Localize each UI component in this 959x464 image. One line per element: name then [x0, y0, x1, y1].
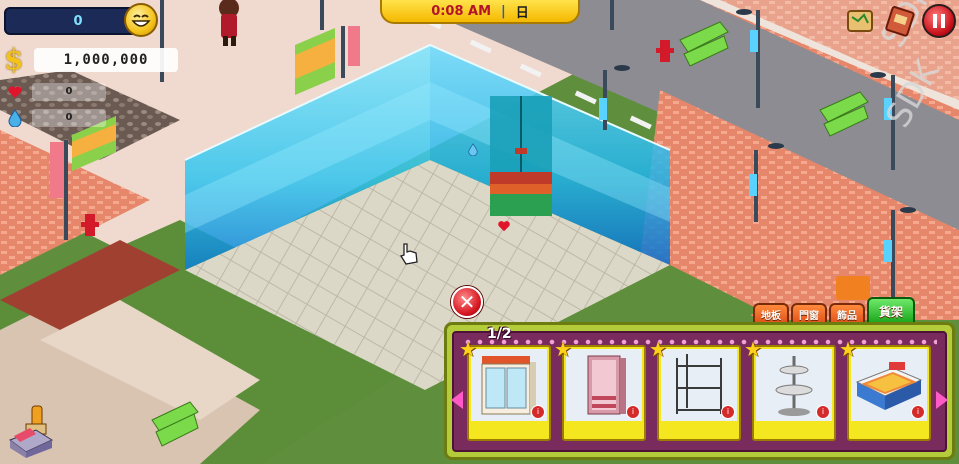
info-badge-icon: i	[626, 405, 640, 419]
paint-bucket-icon[interactable]	[6, 404, 56, 460]
item-metal-shelf[interactable]: ★ i	[649, 339, 741, 441]
info-badge-icon: i	[531, 405, 545, 419]
drop-marker-icon	[468, 141, 478, 160]
tab-shelves[interactable]: 貨架	[867, 297, 916, 323]
star-icon: ★	[459, 337, 477, 361]
drops-row: 0	[6, 108, 106, 128]
tab-decorations[interactable]: 飾品	[829, 303, 865, 323]
close-editor-button[interactable]: ✕	[451, 286, 483, 318]
item-round-stand[interactable]: ★ i	[744, 339, 836, 441]
smiley-face-icon-graphic	[131, 14, 151, 27]
hearts-value: 0	[32, 83, 106, 101]
close-icon: ✕	[458, 290, 476, 314]
next-page-arrow[interactable]	[936, 391, 948, 409]
water-drop-icon	[6, 109, 24, 127]
star-icon: ★	[839, 337, 857, 361]
item-produce-counter[interactable]: ★ i	[839, 339, 931, 441]
clock-day: 日	[515, 5, 529, 21]
map-scroll-icon[interactable]	[843, 4, 877, 38]
clock-time: 0:08 AM	[431, 3, 492, 19]
heart-marker-icon	[497, 218, 511, 237]
star-icon: ★	[554, 337, 572, 361]
clock-separator: |	[501, 3, 506, 19]
pause-button[interactable]	[922, 4, 956, 38]
game-clock: 0:08 AM | 日	[380, 0, 580, 24]
hearts-row: 0	[6, 82, 106, 102]
item-pink-rack[interactable]: ★ i	[554, 339, 646, 441]
item-panel: 1/2 ★ i ★ i ★ i ★ i ★ i	[444, 322, 955, 460]
page-indicator: 1/2	[487, 326, 512, 342]
smiley-face-icon[interactable]	[124, 3, 158, 37]
pause-icon	[933, 14, 937, 28]
info-badge-icon: i	[816, 405, 830, 419]
hand-cursor-icon	[398, 242, 420, 270]
item-display-cabinet[interactable]: ★ i	[459, 339, 551, 441]
tab-doors-windows[interactable]: 門窗	[791, 303, 827, 323]
coin-value: 0	[73, 13, 83, 29]
item-list: ★ i ★ i ★ i ★ i ★ i	[459, 339, 931, 441]
catalog-book-icon[interactable]	[882, 4, 916, 38]
info-badge-icon: i	[911, 405, 925, 419]
star-icon: ★	[649, 337, 667, 361]
drops-value: 0	[32, 109, 106, 127]
dollar-icon: $	[4, 43, 24, 76]
prev-page-arrow[interactable]	[451, 391, 463, 409]
star-icon: ★	[744, 337, 762, 361]
heart-icon	[6, 83, 24, 101]
category-tabs: 地板 門窗 飾品 貨架	[753, 295, 917, 323]
money-value: 1,000,000	[34, 48, 178, 72]
money-row: $ 1,000,000	[4, 45, 178, 75]
tab-floor[interactable]: 地板	[753, 303, 789, 323]
info-badge-icon: i	[721, 405, 735, 419]
